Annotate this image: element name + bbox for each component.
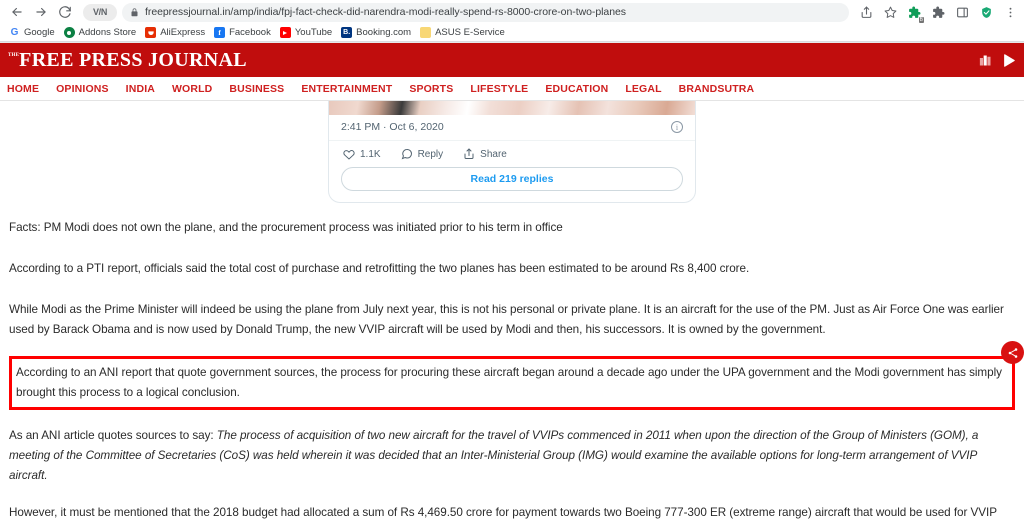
floating-share-button[interactable] <box>1001 341 1024 364</box>
bookmark-facebook[interactable]: f Facebook <box>211 26 277 39</box>
video-play-icon[interactable] <box>1001 53 1016 68</box>
side-panel-icon[interactable] <box>955 5 970 20</box>
tweet-reply-action[interactable]: Reply <box>401 148 444 160</box>
paragraph-ani-report-highlighted: According to an ANI report that quote go… <box>16 366 1002 399</box>
share-icon[interactable] <box>859 5 874 20</box>
bookmark-label: Facebook <box>229 27 271 38</box>
bookmark-label: ASUS E-Service <box>435 27 505 38</box>
embedded-tweet-card: 2:41 PM · Oct 6, 2020 i 1.1K Reply Share… <box>328 101 696 203</box>
nav-item-opinions[interactable]: OPINIONS <box>56 83 109 95</box>
tweet-reply-label: Reply <box>417 148 444 160</box>
nav-item-world[interactable]: WORLD <box>172 83 212 95</box>
back-arrow-icon[interactable] <box>6 1 28 23</box>
extension-green-icon[interactable]: B <box>907 5 924 23</box>
tweet-share-label: Share <box>480 148 507 160</box>
paragraph-budget: However, it must be mentioned that the 2… <box>9 506 997 519</box>
info-icon[interactable]: i <box>671 121 683 133</box>
highlighted-paragraph-box: According to an ANI report that quote go… <box>9 356 1015 410</box>
site-logo[interactable]: THE FREE PRESS JOURNAL <box>8 49 247 71</box>
bookmark-label: AliExpress <box>160 27 206 38</box>
paragraph-ani-quote: As an ANI article quotes sources to say:… <box>9 426 1015 486</box>
bookmark-label: Google <box>24 27 55 38</box>
forward-arrow-icon[interactable] <box>30 1 52 23</box>
youtube-icon <box>279 27 291 38</box>
paragraph-while-modi: While Modi as the Prime Minister will in… <box>9 303 1004 336</box>
read-replies-button[interactable]: Read 219 replies <box>341 167 683 191</box>
nav-item-legal[interactable]: LEGAL <box>625 83 661 95</box>
tweet-like-action[interactable]: 1.1K <box>343 148 381 160</box>
extensions-puzzle-icon[interactable] <box>931 5 946 20</box>
google-icon: G <box>9 27 20 38</box>
toolbar-icon-group: B <box>855 5 1018 23</box>
tweet-timestamp[interactable]: 2:41 PM · Oct 6, 2020 <box>341 121 444 133</box>
lock-icon <box>130 7 139 17</box>
addons-store-icon <box>63 27 75 38</box>
nav-item-entertainment[interactable]: ENTERTAINMENT <box>301 83 392 95</box>
extension-badge: B <box>918 16 924 23</box>
browser-menu-icon[interactable] <box>1003 5 1018 20</box>
epaper-icon[interactable] <box>978 53 993 68</box>
logo-the-text: THE <box>8 53 20 58</box>
nav-item-india[interactable]: INDIA <box>126 83 155 95</box>
nav-item-lifestyle[interactable]: LIFESTYLE <box>470 83 528 95</box>
folder-icon <box>420 27 432 38</box>
aliexpress-icon <box>145 27 157 38</box>
booking-icon: B. <box>341 27 353 38</box>
address-bar[interactable]: freepressjournal.in/amp/india/fpj-fact-c… <box>122 2 849 22</box>
article-body: 2:41 PM · Oct 6, 2020 i 1.1K Reply Share… <box>0 101 1024 519</box>
logo-name-text: FREE PRESS JOURNAL <box>19 49 247 71</box>
bookmark-folder-asus[interactable]: ASUS E-Service <box>417 26 511 39</box>
site-nav: HOME OPINIONS INDIA WORLD BUSINESS ENTER… <box>0 77 1024 101</box>
nav-item-brandsutra[interactable]: BRANDSUTRA <box>679 83 755 95</box>
nav-item-home[interactable]: HOME <box>7 83 39 95</box>
bookmark-youtube[interactable]: YouTube <box>277 26 338 39</box>
bookmark-addons-store[interactable]: Addons Store <box>61 26 143 39</box>
bookmark-booking[interactable]: B. Booking.com <box>338 26 417 39</box>
bookmark-label: Addons Store <box>78 27 137 38</box>
nav-item-education[interactable]: EDUCATION <box>545 83 608 95</box>
browser-chrome: V/N freepressjournal.in/amp/india/fpj-fa… <box>0 0 1024 43</box>
paragraph-pti-report: According to a PTI report, officials sai… <box>9 262 750 275</box>
bookmark-label: YouTube <box>294 27 333 38</box>
ani-quote-lead: As an ANI article quotes sources to say: <box>9 429 217 442</box>
bookmark-label: Booking.com <box>356 27 412 38</box>
bookmark-aliexpress[interactable]: AliExpress <box>142 26 211 39</box>
url-text[interactable]: freepressjournal.in/amp/india/fpj-fact-c… <box>145 6 626 18</box>
vpn-chip[interactable]: V/N <box>83 3 117 21</box>
browser-toolbar: V/N freepressjournal.in/amp/india/fpj-fa… <box>0 0 1024 24</box>
shield-security-icon[interactable] <box>979 5 994 20</box>
site-header: THE FREE PRESS JOURNAL <box>0 43 1024 77</box>
tweet-photo[interactable] <box>329 101 695 115</box>
tweet-share-action[interactable]: Share <box>463 148 507 160</box>
nav-item-sports[interactable]: SPORTS <box>409 83 453 95</box>
reload-icon[interactable] <box>54 1 76 23</box>
bookmark-google[interactable]: G Google <box>6 26 61 39</box>
tweet-meta: 2:41 PM · Oct 6, 2020 i <box>329 115 695 141</box>
site-header-icons <box>978 53 1016 68</box>
tweet-like-count: 1.1K <box>360 148 381 160</box>
facebook-icon: f <box>214 27 226 38</box>
paragraph-facts: Facts: PM Modi does not own the plane, a… <box>9 221 563 234</box>
nav-item-business[interactable]: BUSINESS <box>229 83 284 95</box>
bookmark-star-icon[interactable] <box>883 5 898 20</box>
tweet-actions: 1.1K Reply Share <box>329 141 695 165</box>
bookmarks-bar: G Google Addons Store AliExpress f Faceb… <box>0 24 1024 42</box>
